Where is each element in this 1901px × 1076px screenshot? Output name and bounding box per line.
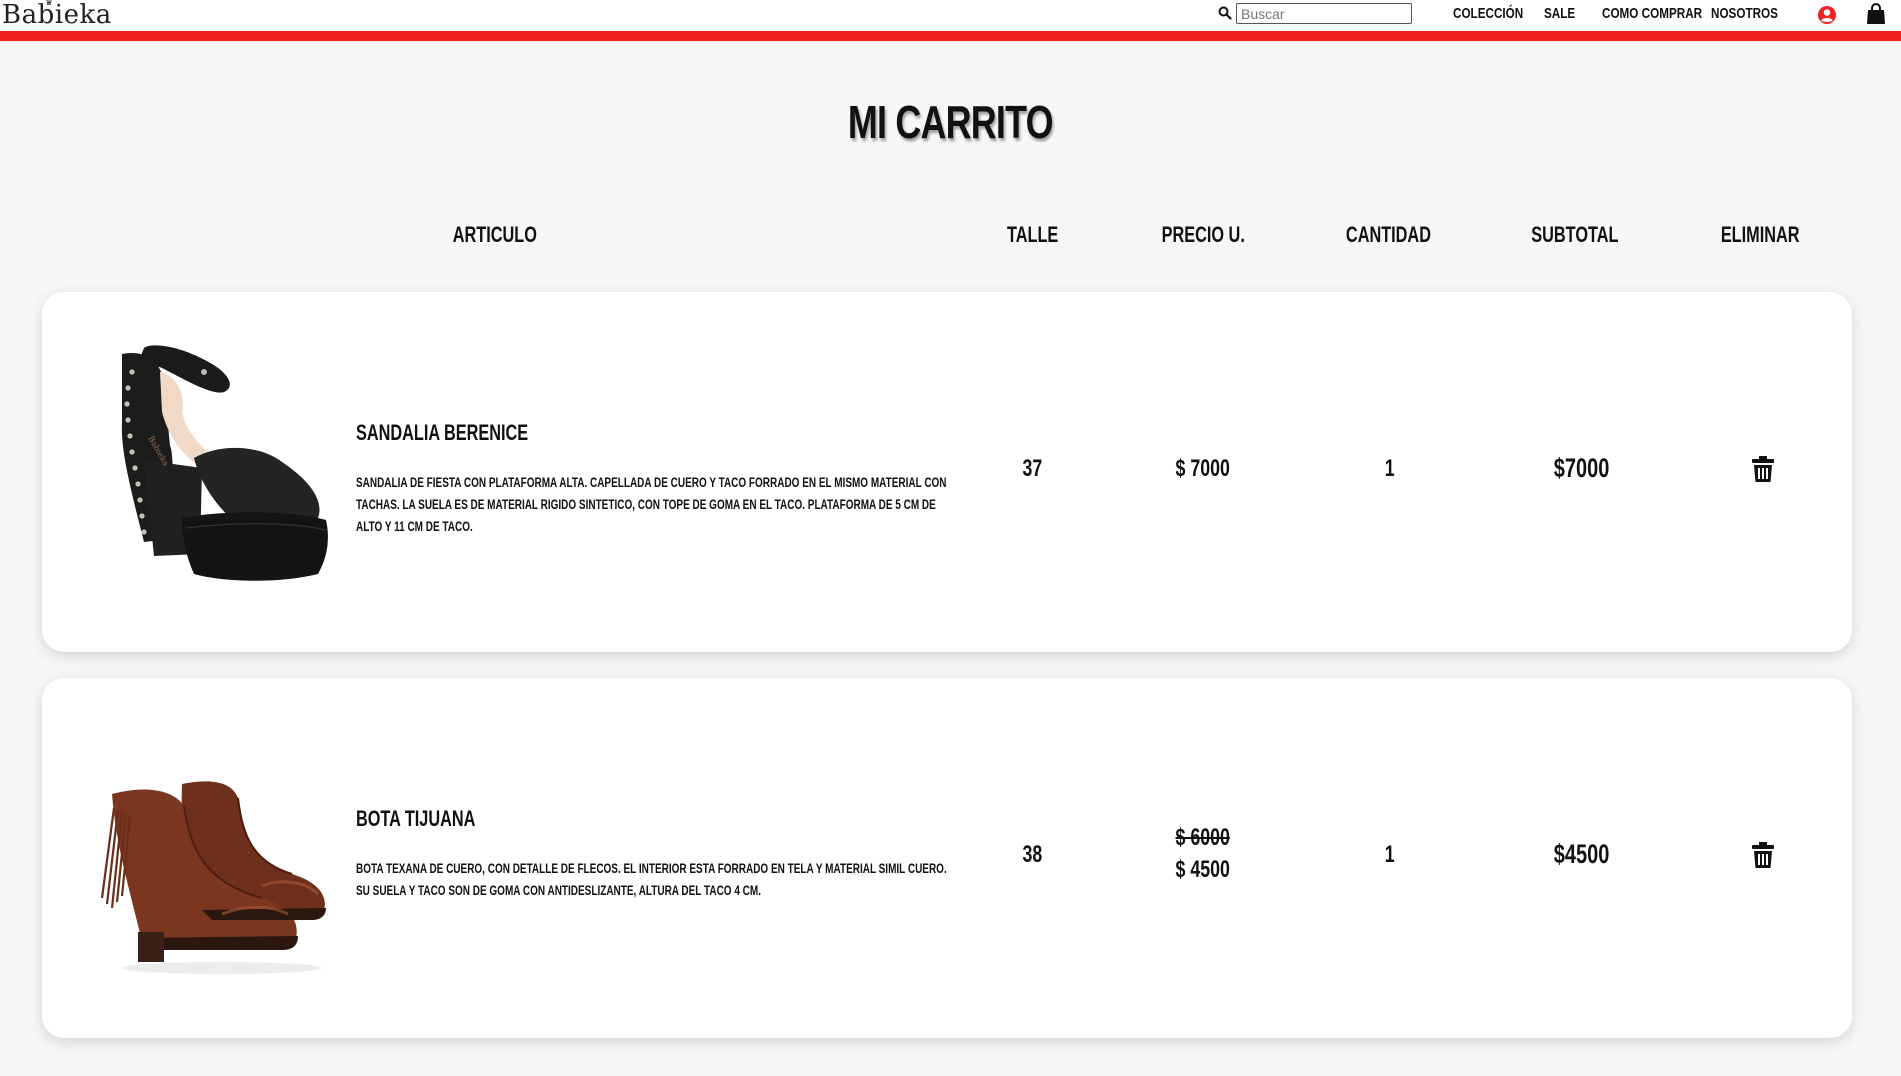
header-accent-bar — [0, 31, 1901, 41]
top-navbar: Babieka ♛ COLECCIÓN SALE COMO COMPRAR NO… — [0, 0, 1901, 31]
product-description: BOTA TEXANA DE CUERO, CON DETALLE DE FLE… — [356, 861, 947, 898]
cart-item-card: Babieka SANDALIA BERENICE SANDALIA DE FI… — [42, 292, 1852, 652]
crown-icon: ♛ — [45, 0, 54, 8]
brand-logo[interactable]: Babieka ♛ — [2, 0, 112, 30]
item-size: 37 — [1022, 455, 1042, 482]
item-unit-price: $ 4500 — [1175, 856, 1231, 883]
column-header-cantidad: CANTIDAD — [1345, 222, 1431, 247]
column-header-eliminar: ELIMINAR — [1720, 222, 1800, 247]
search-icon[interactable] — [1218, 6, 1232, 20]
item-unit-price: $ 7000 — [1175, 455, 1231, 482]
search-input[interactable] — [1236, 3, 1412, 24]
item-subtotal: $4500 — [1554, 839, 1610, 869]
item-size: 38 — [1022, 841, 1042, 868]
item-subtotal: $7000 — [1554, 453, 1610, 483]
column-header-precio: PRECIO U. — [1161, 222, 1245, 247]
nav-como-comprar[interactable]: COMO COMPRAR — [1602, 5, 1702, 22]
cart-item-card: BOTA TIJUANA BOTA TEXANA DE CUERO, CON D… — [42, 678, 1852, 1038]
trash-icon[interactable] — [1752, 842, 1774, 868]
product-name: BOTA TIJUANA — [356, 806, 476, 831]
user-icon[interactable] — [1817, 5, 1837, 25]
trash-icon[interactable] — [1752, 456, 1774, 482]
item-old-price: $ 6000 — [1175, 824, 1231, 851]
brown-fringe-ankle-boot-image — [100, 781, 326, 974]
item-quantity: 1 — [1385, 455, 1395, 482]
column-header-articulo: ARTICULO — [452, 222, 538, 247]
page-title: MI CARRITO — [848, 96, 1054, 148]
shopping-bag-icon[interactable] — [1866, 3, 1886, 25]
product-name: SANDALIA BERENICE — [356, 420, 529, 445]
column-header-talle: TALLE — [1007, 222, 1059, 247]
black-platform-sandal-image: Babieka — [121, 345, 328, 581]
product-description: SANDALIA DE FIESTA CON PLATAFORMA ALTA. … — [356, 475, 947, 534]
nav-nosotros[interactable]: NOSOTROS — [1711, 5, 1778, 22]
column-header-subtotal: SUBTOTAL — [1531, 222, 1619, 247]
item-quantity: 1 — [1385, 841, 1395, 868]
nav-coleccion[interactable]: COLECCIÓN — [1453, 5, 1523, 22]
nav-sale[interactable]: SALE — [1544, 5, 1575, 22]
